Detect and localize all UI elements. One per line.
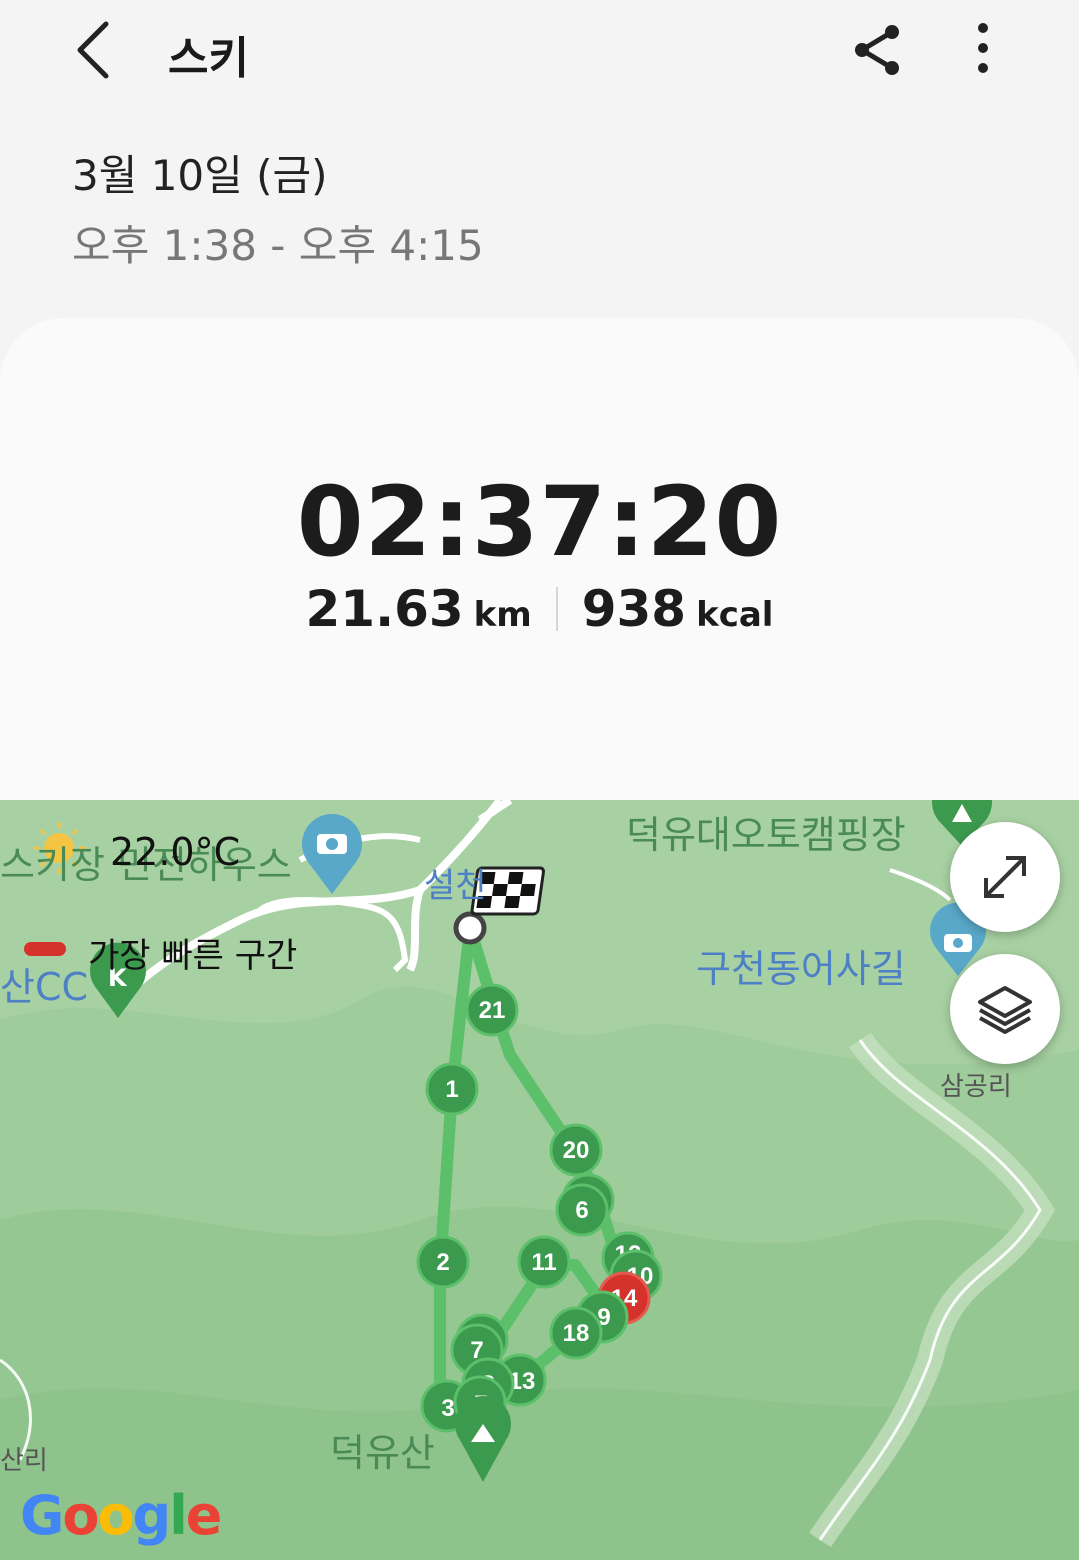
- map-label: 구천동어사길: [696, 947, 906, 991]
- svg-text:6: 6: [575, 1197, 588, 1224]
- top-bar: 스키: [0, 0, 1079, 100]
- map-label: 덕유대오토캠핑장: [626, 813, 906, 857]
- chevron-left-icon: [77, 21, 109, 79]
- stats-divider: [555, 587, 558, 631]
- lap-marker[interactable]: 18: [549, 1306, 603, 1360]
- lap-marker[interactable]: 6: [555, 1183, 609, 1237]
- fastest-segment-legend: 가장 빠른 구간: [88, 936, 298, 976]
- share-button[interactable]: [846, 18, 910, 82]
- calories-value: 938: [581, 580, 687, 638]
- page-title: 스키: [168, 33, 249, 84]
- svg-text:21: 21: [479, 997, 506, 1024]
- lap-marker[interactable]: 2: [416, 1235, 470, 1289]
- svg-text:3: 3: [441, 1395, 454, 1422]
- fastest-segment-swatch: [24, 942, 66, 956]
- back-button[interactable]: [62, 16, 126, 84]
- more-options-button[interactable]: [958, 18, 1008, 82]
- map-label: 덕유산: [330, 1431, 435, 1475]
- more-vertical-icon: [978, 23, 988, 73]
- map-label: 산CC: [0, 965, 89, 1009]
- svg-text:2: 2: [436, 1249, 449, 1276]
- summary-card: 02:37:20 21.63 km 938 kcal: [0, 318, 1079, 878]
- expand-map-button[interactable]: [950, 822, 1060, 932]
- expand-icon: [984, 856, 1026, 898]
- distance-unit: km: [473, 595, 532, 635]
- svg-text:11: 11: [531, 1249, 556, 1276]
- temperature-label: 22.0°C: [110, 830, 241, 874]
- layers-icon: [978, 986, 1032, 1034]
- duration-value: 02:37:20: [296, 466, 783, 578]
- google-logo: Google: [20, 1484, 222, 1547]
- session-date: 3월 10일 (금): [72, 151, 328, 200]
- calories-unit: kcal: [696, 595, 774, 635]
- lap-marker[interactable]: 1: [425, 1062, 479, 1116]
- svg-text:1: 1: [445, 1076, 458, 1103]
- share-icon: [855, 25, 899, 75]
- svg-text:18: 18: [563, 1320, 590, 1347]
- svg-text:20: 20: [563, 1137, 590, 1164]
- start-point-icon: [453, 911, 487, 945]
- session-time-range: 오후 1:38 - 오후 4:15: [72, 221, 484, 270]
- map-label: 설천: [424, 866, 487, 906]
- lap-marker[interactable]: 11: [517, 1235, 571, 1289]
- map-label: 산리: [0, 1446, 48, 1476]
- stats-row: 21.63 km 938 kcal: [0, 580, 1079, 638]
- lap-marker[interactable]: 20: [549, 1123, 603, 1177]
- map-layers-button[interactable]: [950, 954, 1060, 1064]
- lap-marker[interactable]: 21: [465, 983, 519, 1037]
- distance-value: 21.63: [305, 580, 464, 638]
- route-map[interactable]: 21 1 20 6 11 12 10 14 2 9 18 7 13 8 3 7: [0, 800, 1079, 1560]
- map-label: 삼공리: [940, 1072, 1012, 1102]
- map-canvas: 21 1 20 6 11 12 10 14 2 9 18 7 13 8 3 7: [0, 800, 1079, 1560]
